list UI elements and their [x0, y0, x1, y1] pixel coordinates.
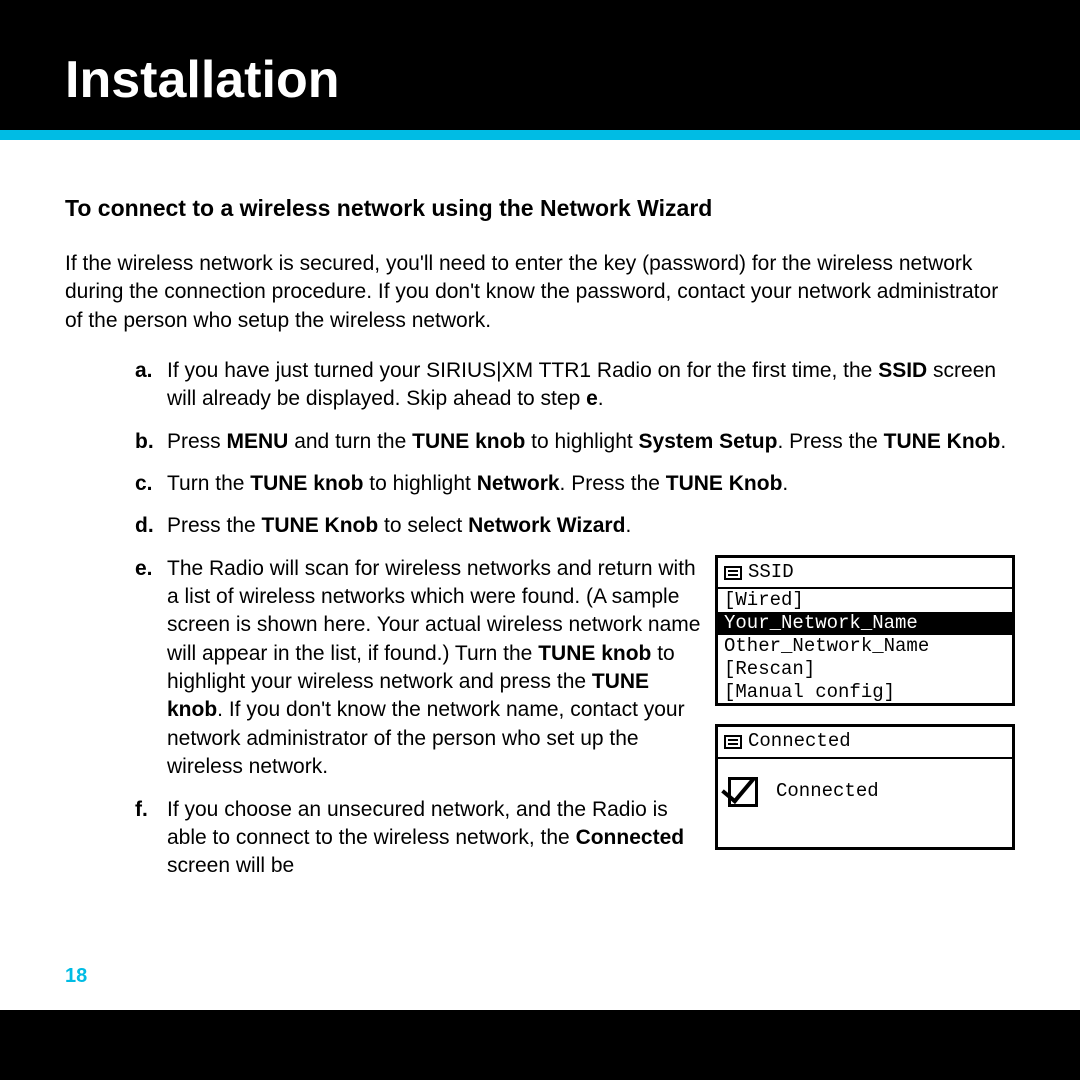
screen-row-selected: Your_Network_Name: [718, 612, 1012, 635]
step-text: If you have just turned your SIRIUS|XM T…: [167, 359, 996, 410]
screen-row: [Wired]: [718, 589, 1012, 612]
screen-title-bar: Connected: [718, 727, 1012, 759]
page-header: Installation: [0, 0, 1080, 130]
section-subhead: To connect to a wireless network using t…: [65, 195, 1015, 222]
page-title: Installation: [65, 50, 1080, 110]
screen-title-text: SSID: [748, 560, 794, 586]
step-d: d. Press the TUNE Knob to select Network…: [135, 512, 1015, 540]
step-text: The Radio will scan for wireless network…: [167, 555, 705, 881]
page-number: 18: [65, 965, 87, 988]
list-icon: [724, 566, 742, 580]
device-screens: SSID [Wired] Your_Network_Name Other_Net…: [715, 555, 1015, 881]
step-text: Press the TUNE Knob to select Network Wi…: [167, 514, 631, 537]
ssid-screen: SSID [Wired] Your_Network_Name Other_Net…: [715, 555, 1015, 707]
step-b: b. Press MENU and turn the TUNE knob to …: [135, 428, 1015, 456]
intro-paragraph: If the wireless network is secured, you'…: [65, 250, 1015, 335]
steps-list: a. If you have just turned your SIRIUS|X…: [65, 357, 1015, 881]
list-icon: [724, 735, 742, 749]
screen-row: [Manual config]: [718, 681, 1012, 704]
screen-body: [Wired] Your_Network_Name Other_Network_…: [718, 589, 1012, 703]
connected-screen: Connected Connected: [715, 724, 1015, 850]
step-marker: f.: [135, 796, 148, 824]
step-c: c. Turn the TUNE knob to highlight Netwo…: [135, 470, 1015, 498]
screen-row: [Rescan]: [718, 658, 1012, 681]
step-f-inline: f. If you choose an unsecured network, a…: [135, 796, 705, 881]
screen-body: Connected: [718, 759, 1012, 847]
step-a: a. If you have just turned your SIRIUS|X…: [135, 357, 1015, 414]
step-marker: a.: [135, 357, 153, 385]
accent-bar: [0, 130, 1080, 140]
screen-row: Other_Network_Name: [718, 635, 1012, 658]
screen-title-bar: SSID: [718, 558, 1012, 590]
step-marker: b.: [135, 428, 154, 456]
connected-label: Connected: [776, 779, 879, 805]
step-marker: c.: [135, 470, 153, 498]
screen-title-text: Connected: [748, 729, 851, 755]
step-marker: e.: [135, 555, 153, 583]
checkmark-icon: [728, 777, 758, 807]
step-marker: d.: [135, 512, 154, 540]
step-text: Press MENU and turn the TUNE knob to hig…: [167, 430, 1006, 453]
page-content: To connect to a wireless network using t…: [0, 140, 1080, 1010]
step-text: Turn the TUNE knob to highlight Network.…: [167, 472, 788, 495]
step-e: e. The Radio will scan for wireless netw…: [135, 555, 1015, 881]
